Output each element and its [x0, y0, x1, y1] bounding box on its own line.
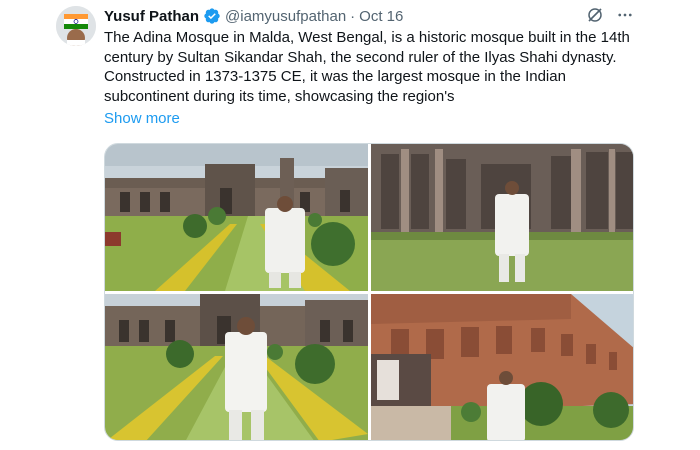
author-name[interactable]: Yusuf Pathan [104, 8, 199, 25]
photo-2[interactable] [371, 144, 633, 291]
tweet-date[interactable]: Oct 16 [359, 8, 403, 25]
tweet-text: The Adina Mosque in Malda, West Bengal, … [104, 29, 630, 105]
avatar[interactable] [56, 6, 96, 46]
tweet-header: Yusuf Pathan @iamyusufpathan · Oct 16 [104, 6, 403, 26]
more-options-icon[interactable] [616, 6, 634, 24]
photo-3-image [105, 294, 368, 440]
grok-icon[interactable] [586, 6, 604, 24]
photo-4[interactable] [371, 294, 633, 440]
photo-1[interactable] [105, 144, 368, 291]
photo-1-image [105, 144, 368, 291]
avatar-image [56, 6, 96, 46]
photo-4-image [371, 294, 633, 440]
show-more-link[interactable]: Show more [104, 110, 180, 127]
author-handle[interactable]: @iamyusufpathan [225, 8, 346, 25]
photo-2-image [371, 144, 633, 291]
photo-3[interactable] [105, 294, 368, 440]
separator-dot: · [350, 7, 356, 25]
tweet-top-actions [586, 6, 634, 24]
verified-badge-icon [203, 7, 221, 25]
media-grid [104, 143, 634, 441]
